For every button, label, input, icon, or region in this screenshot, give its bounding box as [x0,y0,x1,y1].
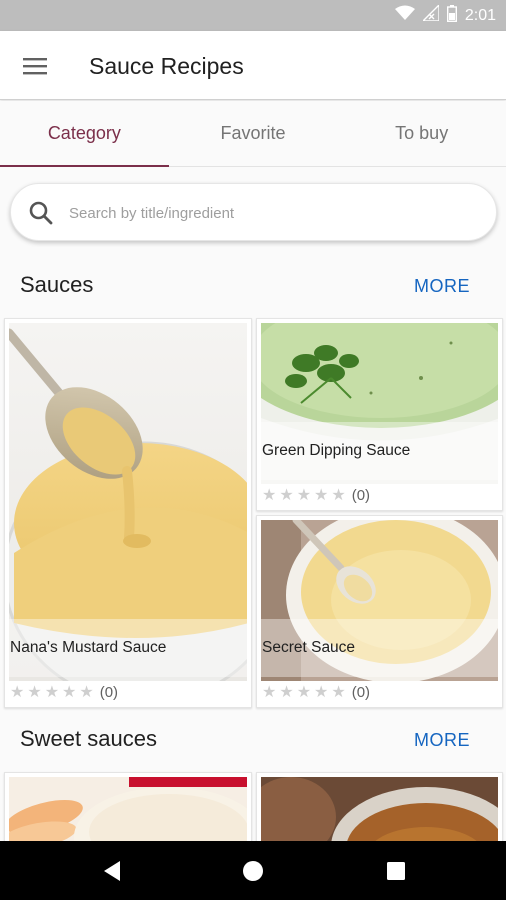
more-button-sauces[interactable]: MORE [414,276,470,297]
search-input[interactable] [69,196,469,230]
section-title-sweet-sauces: Sweet sauces [20,726,157,751]
tab-bar: Category Favorite To buy [0,101,506,167]
battery-icon [446,4,457,27]
star-icon: ★ [44,684,60,701]
status-icons: 2:01 [394,3,496,27]
more-button-sweet-sauces[interactable]: MORE [414,730,470,751]
star-icon: ★ [279,487,294,504]
search-bar[interactable] [10,183,497,241]
recipe-title-bar: Nana's Mustard Sauce [5,619,251,677]
recipe-card-nanas-mustard-sauce[interactable]: Nana's Mustard Sauce ★ ★ ★ ★ ★ (0) [4,318,252,708]
rating-stars: ★ ★ ★ ★ ★ (0) [262,486,370,506]
app-title: Sauce Recipes [89,53,244,79]
wifi-icon [394,5,415,26]
star-icon: ★ [262,684,277,701]
star-icon: ★ [296,684,312,701]
system-nav-bar [0,841,506,900]
rating-count: (0) [351,684,371,701]
star-icon: ★ [27,684,42,701]
section-title-sauces: Sauces [20,272,94,297]
rating-count: (0) [99,684,119,701]
star-icon: ★ [62,684,77,701]
recipe-title: Nana's Mustard Sauce [10,639,167,656]
recipe-title-bar: Secret Sauce [257,619,502,677]
back-icon[interactable] [96,855,128,887]
tab-category[interactable]: Category [0,101,169,167]
star-icon: ★ [10,684,25,701]
rating-stars: ★ ★ ★ ★ ★ (0) [10,683,118,703]
recipe-card-secret-sauce[interactable]: Secret Sauce ★ ★ ★ ★ ★ (0) [256,515,503,708]
star-icon: ★ [314,487,329,504]
star-icon: ★ [331,684,346,701]
tab-favorite[interactable]: Favorite [169,101,338,166]
recipe-card-green-dipping-sauce[interactable]: Green Dipping Sauce ★ ★ ★ ★ ★ (0) [256,318,503,511]
tab-to-buy[interactable]: To buy [337,101,506,166]
recipe-card-sweet-sauce-1[interactable] [4,772,252,852]
recents-icon[interactable] [380,855,412,887]
recipe-title-bar: Green Dipping Sauce [257,422,502,480]
recipe-title: Secret Sauce [262,639,356,656]
signal-icon [421,3,440,26]
rating-count: (0) [351,487,371,504]
recipe-card-sweet-sauce-2[interactable] [256,772,503,852]
recipe-title: Green Dipping Sauce [262,442,411,459]
status-bar: 2:01 [0,0,506,31]
search-icon [28,200,54,226]
star-icon: ★ [262,487,277,504]
app-bar: Sauce Recipes [0,31,506,100]
star-icon: ★ [331,487,346,504]
hamburger-menu-icon[interactable] [14,48,56,84]
star-icon: ★ [296,487,312,504]
star-icon: ★ [314,684,329,701]
status-time: 2:01 [464,6,496,24]
star-icon: ★ [279,684,294,701]
star-icon: ★ [79,684,94,701]
home-icon[interactable] [237,855,269,887]
rating-stars: ★ ★ ★ ★ ★ (0) [262,683,370,703]
